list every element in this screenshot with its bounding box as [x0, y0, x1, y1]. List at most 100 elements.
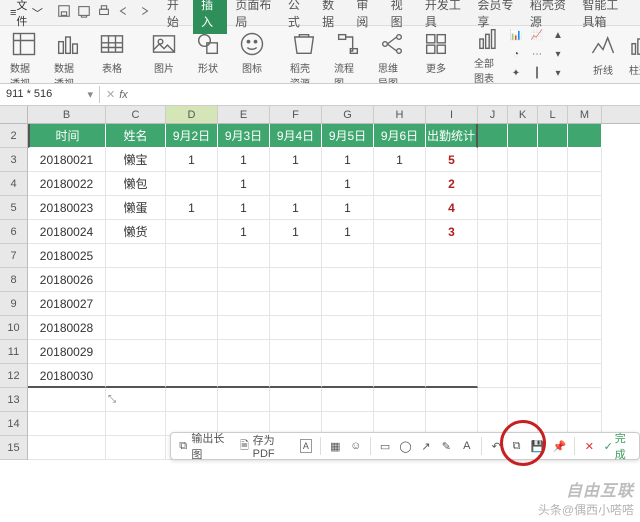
cell[interactable] — [28, 412, 106, 436]
cell[interactable] — [538, 172, 568, 196]
mindmap-button[interactable]: 思维导图 — [376, 28, 408, 84]
chart-bar-icon[interactable]: 📊 — [507, 27, 525, 45]
cell[interactable] — [478, 340, 508, 364]
print-icon[interactable] — [97, 4, 111, 21]
name-box[interactable]: 911 * 516 ▾ — [0, 86, 100, 103]
cell[interactable]: 20180022 — [28, 172, 106, 196]
cell[interactable]: 1 — [218, 220, 270, 244]
cell[interactable]: 1 — [374, 148, 426, 172]
cell[interactable]: 3 — [426, 220, 478, 244]
cell[interactable] — [538, 244, 568, 268]
cell[interactable] — [478, 196, 508, 220]
cell[interactable] — [28, 388, 106, 412]
cell[interactable] — [568, 172, 602, 196]
chart-radar-icon[interactable]: ✦ — [507, 65, 525, 83]
cell[interactable] — [270, 340, 322, 364]
cell[interactable]: 懒包 — [106, 172, 166, 196]
text-annotation-button[interactable]: A — [461, 439, 473, 453]
undo-icon[interactable] — [117, 4, 131, 21]
cell[interactable] — [374, 220, 426, 244]
cell[interactable] — [270, 388, 322, 412]
cell[interactable] — [478, 244, 508, 268]
cell[interactable] — [166, 172, 218, 196]
cell[interactable] — [508, 244, 538, 268]
cell[interactable] — [322, 340, 374, 364]
row-header[interactable]: 13 — [0, 388, 28, 412]
chart-area-icon[interactable]: ▲ — [549, 27, 567, 45]
cancel-formula-icon[interactable]: ✕ — [106, 88, 115, 101]
row-header[interactable]: 5 — [0, 196, 28, 220]
undo-button[interactable]: ↶ — [490, 439, 502, 453]
cell[interactable] — [508, 316, 538, 340]
cell[interactable] — [374, 268, 426, 292]
row-header[interactable]: 4 — [0, 172, 28, 196]
cell[interactable]: 20180024 — [28, 220, 106, 244]
cell[interactable] — [478, 220, 508, 244]
cell[interactable] — [374, 388, 426, 412]
cell[interactable] — [508, 292, 538, 316]
cell[interactable]: 1 — [218, 172, 270, 196]
cell[interactable]: 1 — [218, 196, 270, 220]
cell[interactable] — [426, 340, 478, 364]
cell[interactable]: 1 — [270, 196, 322, 220]
cell[interactable]: 20180026 — [28, 268, 106, 292]
column-header[interactable]: D — [166, 106, 218, 123]
cell[interactable] — [106, 292, 166, 316]
cell[interactable] — [166, 220, 218, 244]
cell[interactable]: 20180030 — [28, 364, 106, 388]
cell[interactable] — [508, 124, 538, 148]
cell[interactable] — [508, 172, 538, 196]
cell[interactable]: 20180025 — [28, 244, 106, 268]
cell[interactable] — [508, 364, 538, 388]
cell[interactable] — [106, 364, 166, 388]
row-header[interactable]: 3 — [0, 148, 28, 172]
cell[interactable]: 懒蛋 — [106, 196, 166, 220]
file-menu-button[interactable]: ≡ 文件 ﹀ — [4, 0, 49, 31]
arrow-tool-button[interactable]: ↗ — [420, 439, 432, 453]
icon-button[interactable]: 图标 — [236, 28, 268, 77]
picture-button[interactable]: 图片 — [148, 28, 180, 77]
row-header[interactable]: 7 — [0, 244, 28, 268]
cell[interactable]: 9月4日 — [270, 124, 322, 148]
cell[interactable] — [508, 340, 538, 364]
emoji-button[interactable]: ☺ — [350, 439, 362, 453]
cell[interactable] — [478, 172, 508, 196]
circle-tool-button[interactable]: ◯ — [399, 439, 411, 453]
cell[interactable]: 9月5日 — [322, 124, 374, 148]
cell[interactable]: 20180023 — [28, 196, 106, 220]
cell[interactable] — [218, 292, 270, 316]
cell[interactable] — [538, 316, 568, 340]
flowchart-button[interactable]: 流程图 — [332, 28, 364, 84]
cell[interactable] — [568, 220, 602, 244]
cell[interactable] — [322, 268, 374, 292]
all-charts-button[interactable]: 全部图表 — [472, 26, 504, 84]
cell[interactable] — [270, 364, 322, 388]
cell[interactable] — [106, 268, 166, 292]
column-header[interactable]: C — [106, 106, 166, 123]
cell[interactable] — [538, 196, 568, 220]
mosaic-button[interactable]: ▦ — [329, 439, 341, 453]
text-tool-button[interactable]: A — [300, 439, 313, 453]
cell[interactable] — [508, 220, 538, 244]
cell[interactable]: 1 — [322, 196, 374, 220]
assets-button[interactable]: 稻壳资源 — [288, 28, 320, 84]
cell[interactable]: 1 — [166, 148, 218, 172]
cell[interactable] — [270, 244, 322, 268]
cell[interactable] — [426, 292, 478, 316]
cell[interactable] — [568, 124, 602, 148]
cancel-button[interactable]: ✕ — [583, 439, 595, 453]
cell[interactable]: 20180021 — [28, 148, 106, 172]
cell[interactable]: 1 — [166, 196, 218, 220]
cell[interactable] — [568, 268, 602, 292]
cell[interactable] — [538, 220, 568, 244]
cell[interactable] — [322, 364, 374, 388]
cell[interactable] — [166, 388, 218, 412]
cell[interactable] — [218, 316, 270, 340]
cell[interactable] — [322, 292, 374, 316]
chart-stock-icon[interactable]: ┃ — [528, 65, 546, 83]
cell[interactable] — [270, 172, 322, 196]
cell[interactable]: 1 — [322, 148, 374, 172]
preview-icon[interactable] — [77, 4, 91, 21]
cell[interactable] — [106, 412, 166, 436]
cell[interactable] — [478, 388, 508, 412]
